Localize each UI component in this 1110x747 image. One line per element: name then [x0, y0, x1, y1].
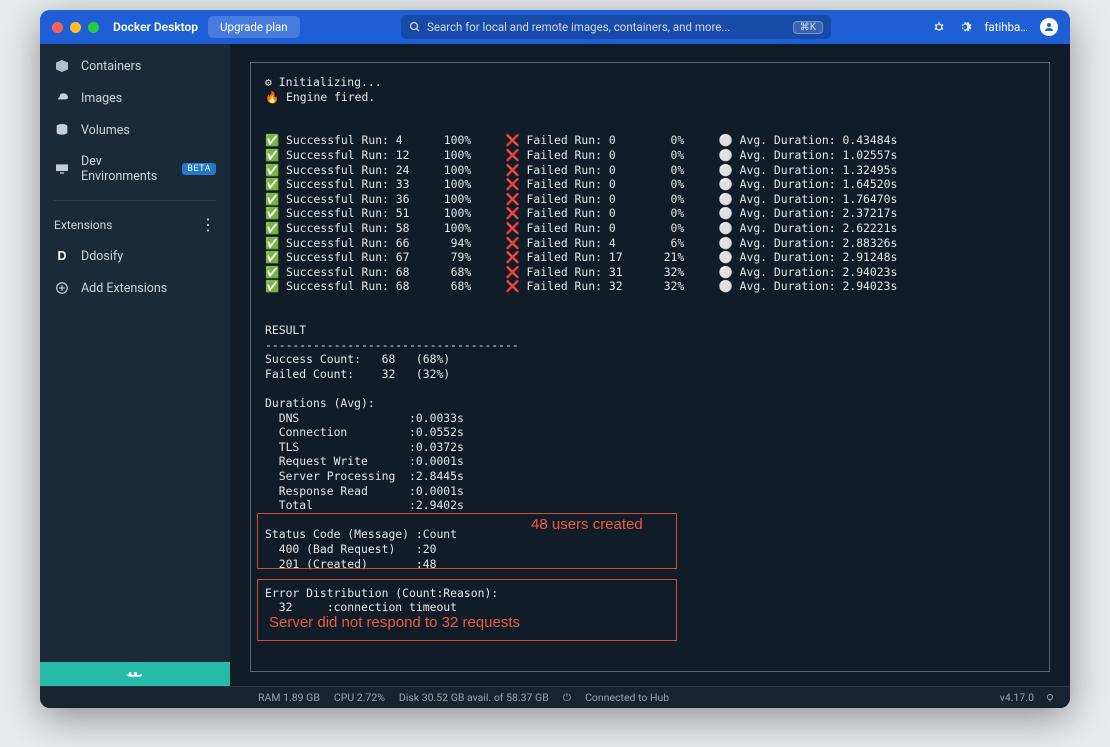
status-cpu: CPU 2.72%	[334, 691, 385, 704]
sidebar-item-containers[interactable]: Containers	[40, 50, 230, 82]
ddosify-label: Ddosify	[81, 249, 123, 264]
gear-icon[interactable]	[958, 20, 972, 34]
bug-icon[interactable]	[932, 20, 946, 34]
sidebar-footer[interactable]	[40, 662, 230, 686]
minimize-window[interactable]	[70, 22, 81, 33]
dev-env-label: Dev Environments	[81, 154, 167, 184]
annotation-label-2: Server did not respond to 32 requests	[269, 614, 520, 631]
app-window: Docker Desktop Upgrade plan Search for l…	[40, 10, 1070, 708]
containers-icon	[54, 58, 70, 74]
feedback-icon[interactable]	[1044, 692, 1056, 704]
add-ext-label: Add Extensions	[81, 281, 167, 296]
sidebar: Containers Images Volumes Dev Environmen…	[40, 44, 230, 686]
add-icon	[54, 280, 70, 296]
terminal-text: ⚙ Initializing... 🔥 Engine fired. ✅ Succ…	[265, 75, 1035, 615]
volumes-icon	[54, 122, 70, 138]
annotation-label-1: 48 users created	[531, 516, 643, 533]
upgrade-plan-button[interactable]: Upgrade plan	[208, 16, 300, 38]
titlebar: Docker Desktop Upgrade plan Search for l…	[40, 10, 1070, 44]
whale-icon	[124, 666, 146, 682]
sidebar-item-dev-env[interactable]: Dev Environments BETA	[40, 146, 230, 192]
status-hub: Connected to Hub	[585, 691, 669, 704]
status-disk: Disk 30.52 GB avail. of 58.37 GB	[399, 691, 549, 704]
ddosify-icon: D	[54, 248, 70, 264]
status-version: v4.17.0	[1000, 691, 1034, 704]
maximize-window[interactable]	[88, 22, 99, 33]
extensions-heading: Extensions	[54, 218, 112, 232]
window-controls	[52, 22, 99, 33]
containers-label: Containers	[81, 59, 141, 74]
main-content: ⚙ Initializing... 🔥 Engine fired. ✅ Succ…	[230, 44, 1070, 686]
app-title: Docker Desktop	[113, 20, 198, 34]
statusbar: RAM 1.89 GB CPU 2.72% Disk 30.52 GB avai…	[40, 686, 1070, 708]
search-input[interactable]: Search for local and remote images, cont…	[401, 15, 831, 39]
beta-badge: BETA	[182, 163, 216, 175]
sidebar-divider	[54, 200, 216, 201]
sidebar-item-images[interactable]: Images	[40, 82, 230, 114]
close-window[interactable]	[52, 22, 63, 33]
avatar[interactable]	[1040, 18, 1058, 36]
sidebar-item-volumes[interactable]: Volumes	[40, 114, 230, 146]
plug-icon: ⏻	[563, 691, 571, 705]
extensions-menu[interactable]: ⋮	[200, 215, 216, 234]
search-icon	[409, 21, 421, 33]
user-name[interactable]: fatihba…	[984, 20, 1028, 34]
dev-env-icon	[54, 161, 70, 177]
search-placeholder: Search for local and remote images, cont…	[427, 20, 730, 34]
images-label: Images	[81, 91, 122, 106]
status-ram: RAM 1.89 GB	[258, 691, 320, 704]
images-icon	[54, 90, 70, 106]
terminal-output[interactable]: ⚙ Initializing... 🔥 Engine fired. ✅ Succ…	[250, 62, 1050, 672]
volumes-label: Volumes	[81, 123, 130, 138]
sidebar-item-add-ext[interactable]: Add Extensions	[40, 272, 230, 304]
sidebar-item-ddosify[interactable]: D Ddosify	[40, 240, 230, 272]
search-shortcut: ⌘K	[793, 21, 823, 34]
